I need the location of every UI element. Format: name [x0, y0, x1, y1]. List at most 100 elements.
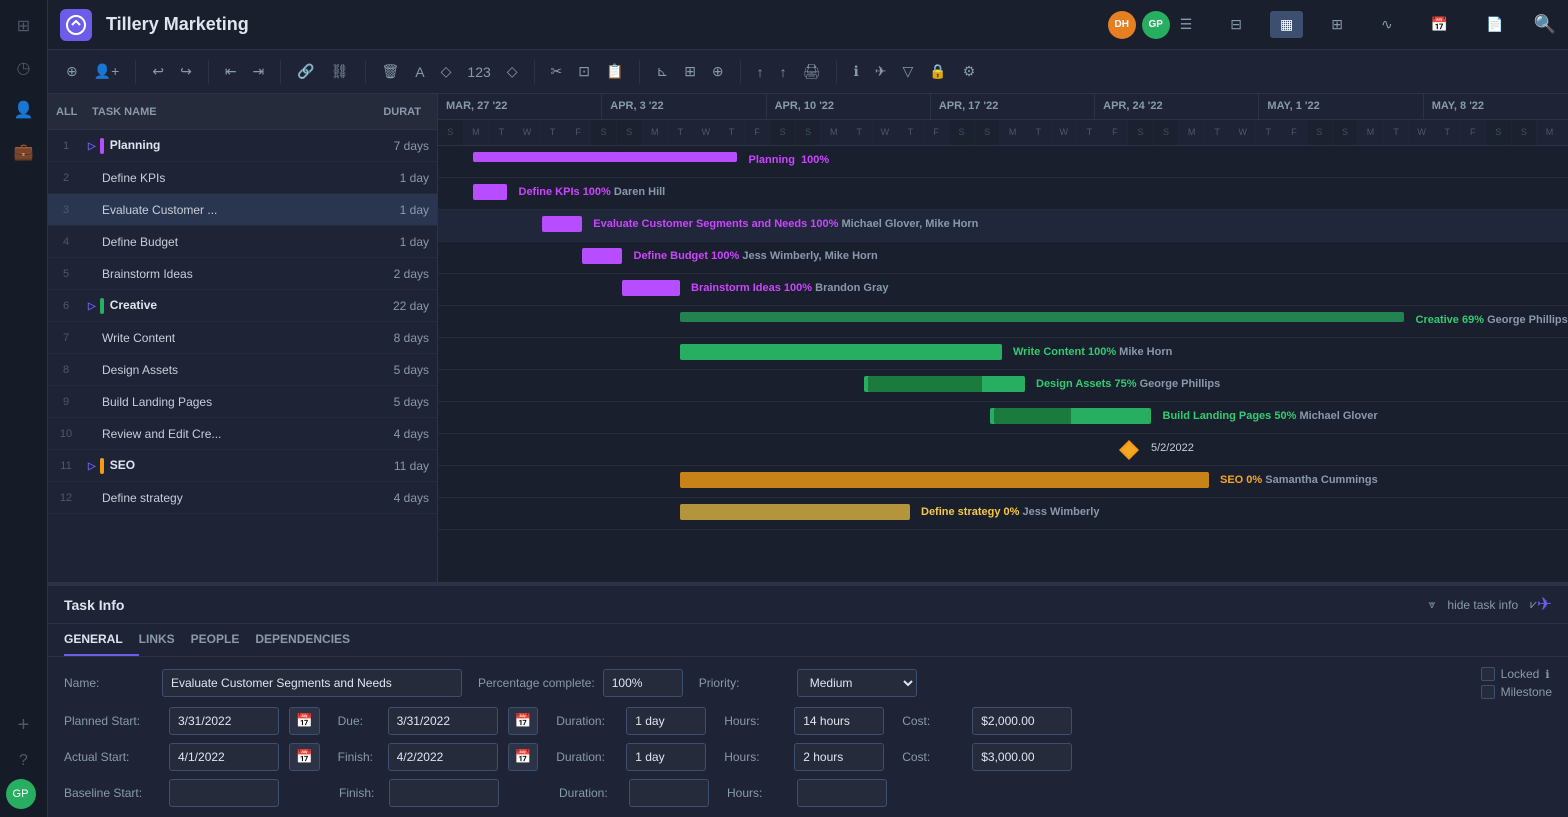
duration2-input[interactable] — [626, 743, 706, 771]
hours2-input[interactable] — [794, 743, 884, 771]
sidebar-item-home[interactable]: ⊞ — [6, 8, 42, 44]
info-icon[interactable]: ℹ — [1545, 668, 1549, 681]
paste-button[interactable]: 📋 — [600, 59, 629, 84]
task-row[interactable]: 1 ▷Planning 7 days — [48, 130, 437, 162]
collapse-icon2[interactable]: ⩗ — [1530, 597, 1537, 612]
name-input[interactable] — [162, 669, 462, 697]
view-gantt[interactable]: ▦ — [1270, 11, 1303, 38]
task-row[interactable]: 5 Brainstorm Ideas 2 days — [48, 258, 437, 290]
planned-start-input[interactable] — [169, 707, 279, 735]
outdent-button[interactable]: ⇤ — [219, 59, 243, 84]
baseline-button[interactable]: ⊾ — [650, 59, 674, 84]
finish-calendar[interactable]: 📅 — [508, 743, 539, 771]
send-button[interactable]: ✈ — [869, 59, 893, 84]
task-row[interactable]: 3 Evaluate Customer ... 1 day — [48, 194, 437, 226]
delete-button[interactable]: 🗑 — [376, 59, 406, 84]
sidebar-item-timeline[interactable]: ◷ — [6, 50, 42, 86]
task-row[interactable]: 11 ▷SEO 11 day — [48, 450, 437, 482]
gantt-bar-define-budget[interactable] — [582, 248, 622, 264]
gantt-bar-define-strategy[interactable] — [680, 504, 910, 520]
view-list[interactable]: ☰ — [1170, 11, 1203, 38]
settings-button[interactable]: ⚙ — [957, 59, 982, 84]
hours-input[interactable] — [794, 707, 884, 735]
gantt-bar-planning[interactable] — [473, 152, 738, 162]
gantt-bar-seo[interactable] — [680, 472, 1209, 488]
tab-people[interactable]: PEOPLE — [191, 624, 256, 656]
gantt-bar-design-assets[interactable] — [864, 376, 1025, 392]
cost-input[interactable] — [972, 707, 1072, 735]
number-button[interactable]: 123 — [461, 60, 496, 84]
gantt-bar-write-content[interactable] — [680, 344, 1002, 360]
copy-button[interactable]: ⊡ — [572, 59, 596, 84]
actual-start-calendar[interactable]: 📅 — [289, 743, 320, 771]
search-icon[interactable]: 🔍 — [1534, 14, 1556, 35]
baseline-start-input[interactable] — [169, 779, 279, 807]
actual-start-input[interactable] — [169, 743, 279, 771]
hide-task-info-label[interactable]: hide task info — [1447, 598, 1518, 612]
gantt-bar-build-landing[interactable] — [990, 408, 1151, 424]
duration-input[interactable] — [626, 707, 706, 735]
planned-start-calendar[interactable]: 📅 — [289, 707, 320, 735]
zoom-button[interactable]: ⊕ — [706, 59, 730, 84]
share-button[interactable]: ↑ — [751, 60, 770, 84]
collapse-icon[interactable]: ⩔ — [1429, 597, 1436, 612]
unlink-button[interactable]: ⛓ — [325, 59, 355, 84]
send-task-icon[interactable]: ✈ — [1537, 594, 1552, 615]
info-button[interactable]: ℹ — [847, 59, 864, 84]
task-row[interactable]: 4 Define Budget 1 day — [48, 226, 437, 258]
tab-links[interactable]: LINKS — [139, 624, 191, 656]
baseline-hours-input[interactable] — [797, 779, 887, 807]
task-row[interactable]: 7 Write Content 8 days — [48, 322, 437, 354]
link-button[interactable]: 🔗 — [291, 59, 320, 84]
baseline-finish-input[interactable] — [389, 779, 499, 807]
locked-checkbox[interactable]: Locked ℹ — [1481, 667, 1552, 681]
view-calendar[interactable]: 📅 — [1421, 11, 1458, 38]
sidebar-add-button[interactable]: + — [6, 707, 42, 743]
finish-input[interactable] — [388, 743, 498, 771]
view-chart[interactable]: ∿ — [1371, 11, 1403, 38]
cost2-input[interactable] — [972, 743, 1072, 771]
shape-button[interactable]: ◇ — [435, 59, 458, 84]
due-input[interactable] — [388, 707, 498, 735]
grid-button[interactable]: ⊞ — [678, 59, 702, 84]
due-calendar[interactable]: 📅 — [508, 707, 539, 735]
milestone-checkbox-box[interactable] — [1481, 685, 1495, 699]
milestone-checkbox[interactable]: Milestone — [1481, 685, 1552, 699]
sidebar-profile-avatar[interactable]: GP — [6, 779, 36, 809]
task-row[interactable]: 12 Define strategy 4 days — [48, 482, 437, 514]
sidebar-item-work[interactable]: 💼 — [6, 134, 42, 170]
diamond-button[interactable]: ◇ — [501, 59, 524, 84]
gantt-bar-evaluate[interactable] — [542, 216, 582, 232]
baseline-duration-input[interactable] — [629, 779, 709, 807]
lock-button[interactable]: 🔒 — [923, 59, 952, 84]
undo-button[interactable]: ↩ — [146, 59, 170, 84]
filter-button[interactable]: ▽ — [897, 59, 920, 84]
export-button[interactable]: ↑ — [774, 60, 793, 84]
task-row[interactable]: 9 Build Landing Pages 5 days — [48, 386, 437, 418]
add-task-button[interactable]: ⊕ — [60, 59, 84, 84]
print-button[interactable]: 🖨 — [797, 59, 827, 84]
gantt-bar-creative[interactable] — [680, 312, 1405, 322]
redo-button[interactable]: ↪ — [174, 59, 198, 84]
view-doc[interactable]: 📄 — [1476, 11, 1513, 38]
sidebar-help-button[interactable]: ? — [6, 743, 42, 779]
cut-button[interactable]: ✂ — [545, 59, 569, 84]
gantt-bar-define-kpis[interactable] — [473, 184, 508, 200]
gantt-chart[interactable]: MAR, 27 '22 APR, 3 '22 APR, 10 '22 APR, … — [438, 94, 1568, 582]
task-row[interactable]: 2 Define KPIs 1 day — [48, 162, 437, 194]
tab-general[interactable]: GENERAL — [64, 624, 139, 656]
font-button[interactable]: A — [409, 60, 430, 84]
priority-select[interactable]: Medium Low High — [797, 669, 917, 697]
gantt-bar-brainstorm[interactable] — [622, 280, 680, 296]
task-row[interactable]: 8 Design Assets 5 days — [48, 354, 437, 386]
task-row[interactable]: 6 ▷Creative 22 day — [48, 290, 437, 322]
sidebar-item-people[interactable]: 👤 — [6, 92, 42, 128]
view-table[interactable]: ⊞ — [1321, 11, 1353, 38]
indent-button[interactable]: ⇥ — [247, 59, 271, 84]
tab-dependencies[interactable]: DEPENDENCIES — [255, 624, 366, 656]
task-row[interactable]: 10 Review and Edit Cre... 4 days — [48, 418, 437, 450]
view-split[interactable]: ⊟ — [1220, 11, 1252, 38]
pct-input[interactable] — [603, 669, 683, 697]
locked-checkbox-box[interactable] — [1481, 667, 1495, 681]
add-person-button[interactable]: 👤+ — [88, 59, 126, 84]
